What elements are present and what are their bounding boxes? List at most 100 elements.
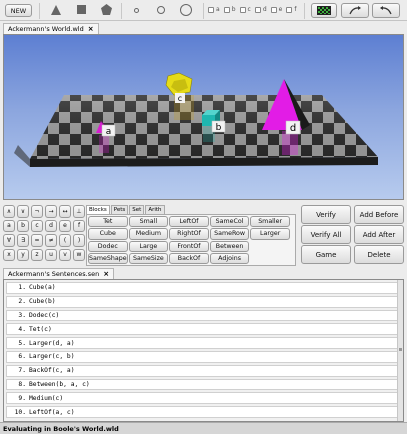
keypad-key[interactable]: b [17,219,29,232]
keypad-key[interactable]: e [59,219,71,232]
action-buttons: Verify Add Before Verify All Add After G… [301,205,405,265]
delete-button[interactable]: Delete [354,245,404,264]
keypad-key[interactable]: ¬ [31,205,43,218]
sentence-row[interactable]: 6. Larger(c, b) [6,351,398,363]
predicate-frontof-button[interactable]: FrontOf [169,240,209,252]
predicate-small-button[interactable]: Small [128,216,169,228]
toolbar-separator [121,3,122,19]
predicate-samesize-button[interactable]: SameSize [128,252,169,265]
sentence-row[interactable]: 7. BackOf(c, a) [6,364,398,377]
label-b-checkbox[interactable]: b [223,6,236,13]
keypad-key[interactable]: u [45,248,57,261]
verify-button[interactable]: Verify [301,205,351,224]
rotate-right-button[interactable] [372,3,400,18]
tab-blocks[interactable]: Blocks [86,205,110,214]
world-tab[interactable]: Ackermann's World.wld × [3,23,99,34]
predicate-adjoins-button[interactable]: Adjoins [209,252,250,265]
sentence-row[interactable]: 9. Medium(c) [6,392,398,405]
close-icon[interactable]: × [88,25,94,33]
keypad-key[interactable]: ∨ [17,205,29,218]
dodec-shape-icon[interactable] [101,4,112,15]
world-view[interactable]: c a b d [3,34,404,200]
keypad-key[interactable]: c [31,219,43,232]
sentence-number: 4. [18,325,26,333]
keypad-key[interactable]: d [45,219,57,232]
tet-shape-icon[interactable] [51,5,61,15]
predicate-cube-button[interactable]: Cube [88,228,128,240]
keypad-key[interactable]: = [31,234,43,247]
predicate-smaller-button[interactable]: Smaller [250,216,290,228]
predicate-leftof-button[interactable]: LeftOf [169,216,209,228]
keypad-key[interactable]: ∧ [3,205,15,218]
predicate-backof-button[interactable]: BackOf [169,252,209,265]
checkerboard-floor[interactable] [14,95,378,167]
game-button[interactable]: Game [301,245,351,264]
keypad-key[interactable]: w [73,248,85,261]
view-2d-3d-button[interactable] [311,3,337,18]
close-icon[interactable]: × [103,270,109,278]
rotate-left-button[interactable] [341,3,369,18]
scrollbar[interactable] [397,280,403,421]
sentence-number: 10. [14,408,26,416]
sentence-number: 8. [18,380,26,388]
keypad-key[interactable]: ∀ [3,234,15,247]
sentence-row[interactable]: 10. LeftOf(a, c) [6,406,398,418]
label-a-checkbox[interactable]: a [208,6,220,13]
predicate-larger-button[interactable]: Larger [250,228,290,240]
label-d-checkbox[interactable]: d [254,6,267,13]
keypad-key[interactable]: a [3,219,15,232]
predicate-tet-button[interactable]: Tet [88,216,128,228]
keypad-key[interactable]: → [45,205,57,218]
sentence-number: 5. [18,339,26,347]
scroll-thumb[interactable] [399,348,402,351]
keypad-key[interactable]: ) [73,234,85,247]
add-before-button[interactable]: Add Before [354,205,404,224]
sentence-row[interactable]: 4. Tet(c) [6,323,398,336]
keypad-key[interactable]: ≠ [45,234,57,247]
medium-size-icon[interactable] [157,6,165,14]
label-f-checkbox[interactable]: f [286,6,296,13]
predicate-rightof-button[interactable]: RightOf [169,228,209,240]
sentence-number: 1. [18,284,26,292]
new-button[interactable]: NEW [5,4,32,17]
keypad-key[interactable]: ⊥ [73,205,85,218]
sentence-row[interactable]: 1. Cube(a) [6,282,398,294]
sentences-tab[interactable]: Ackermann's Sentences.sen × [3,268,115,279]
toolbar-separator [39,3,40,19]
keypad-key[interactable]: ↔ [59,205,71,218]
sentence-text: Tet(c) [29,325,52,333]
tab-set[interactable]: Set [129,205,145,214]
predicate-samerow-button[interactable]: SameRow [209,228,250,240]
cube-shape-icon[interactable] [77,5,86,14]
sentence-row[interactable]: 5. Larger(d, a) [6,337,398,349]
add-after-button[interactable]: Add After [354,225,404,244]
keypad-key[interactable]: z [31,248,43,261]
sentence-number: 2. [18,298,26,306]
toolbar-separator [203,3,204,19]
predicate-between-button[interactable]: Between [209,240,250,252]
label-e-checkbox[interactable]: e [270,6,282,13]
small-size-icon[interactable] [134,8,139,13]
verify-all-button[interactable]: Verify All [301,225,351,244]
predicate-large-button[interactable]: Large [128,240,169,252]
tab-pets[interactable]: Pets [110,205,129,214]
keypad-key[interactable]: ∃ [17,234,29,247]
keypad-key[interactable]: y [17,248,29,261]
large-size-icon[interactable] [180,4,192,16]
predicate-medium-button[interactable]: Medium [128,228,169,240]
keypad-key[interactable]: v [59,248,71,261]
sentence-row[interactable]: 2. Cube(b) [6,295,398,308]
predicate-samecol-button[interactable]: SameCol [209,216,250,228]
label-c-checkbox[interactable]: c [239,6,251,13]
keypad-key[interactable]: f [73,219,85,232]
sentence-row[interactable]: 8. Between(b, a, c) [6,378,398,391]
sentence-row[interactable]: 3. Dodec(c) [6,309,398,322]
predicate-sameshape-button[interactable]: SameShape [88,252,128,265]
keypad-key[interactable]: x [3,248,15,261]
empty-slot [250,241,290,252]
keypad-key[interactable]: ( [59,234,71,247]
sentence-number: 7. [18,367,26,375]
tab-arith[interactable]: Arith [145,205,165,214]
sentence-list[interactable]: 1. Cube(a) 2. Cube(b) 3. Dodec(c) 4. Tet(c) 5. La… [3,279,404,422]
predicate-dodec-button[interactable]: Dodec [88,240,128,252]
